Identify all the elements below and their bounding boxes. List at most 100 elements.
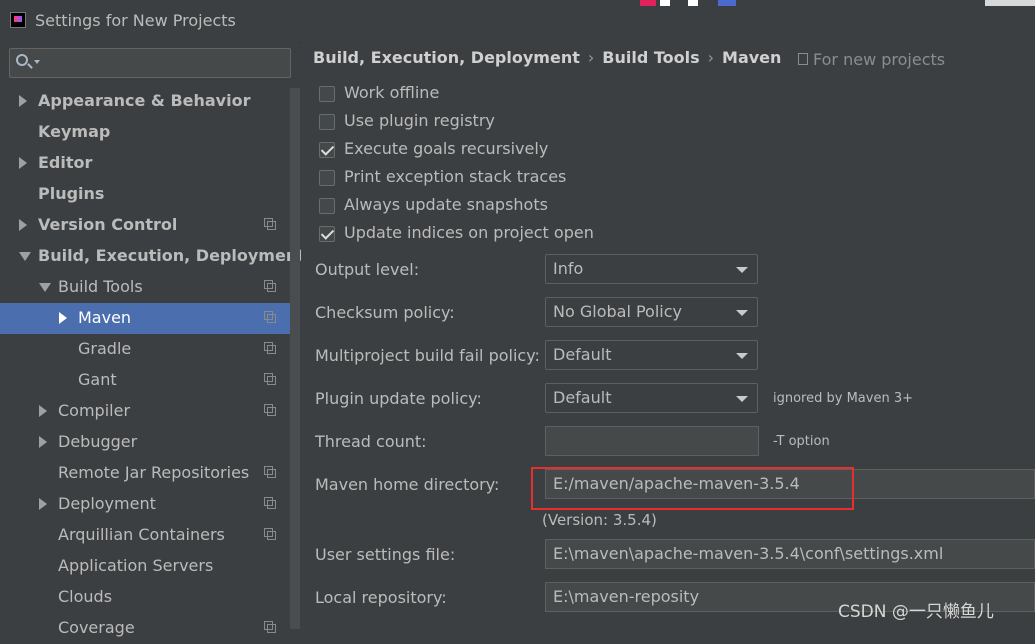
sidebar-item-build-tools[interactable]: Build Tools [0, 272, 290, 303]
thread-count-note: -T option [773, 434, 830, 449]
sidebar-item-label: Application Servers [58, 556, 214, 575]
checksum-policy-dropdown[interactable]: No Global Policy [545, 297, 758, 327]
sidebar-item-compiler[interactable]: Compiler [0, 396, 290, 427]
expand-right-icon[interactable] [39, 436, 47, 448]
window-title: Settings for New Projects [35, 11, 236, 30]
title-bar: Settings for New Projects [0, 0, 1035, 43]
plugin-update-policy-dropdown[interactable]: Default [545, 383, 758, 413]
expand-right-icon[interactable] [59, 312, 67, 324]
project-scope-icon [264, 311, 276, 323]
sidebar-item-label: Build, Execution, Deployment [38, 246, 305, 265]
chevron-down-icon [34, 60, 40, 64]
scope-label: For new projects [813, 50, 946, 69]
sidebar-item-label: Remote Jar Repositories [58, 463, 250, 482]
sidebar-item-clouds[interactable]: Clouds [0, 582, 290, 613]
dropdown-value: No Global Policy [553, 302, 682, 321]
sidebar-item-label: Version Control [38, 215, 178, 234]
output-level-dropdown[interactable]: Info [545, 254, 758, 284]
sidebar-item-maven[interactable]: Maven [0, 303, 290, 334]
checkbox-label[interactable]: Always update snapshots [344, 195, 548, 214]
breadcrumb-item: Maven [722, 48, 782, 67]
sidebar-item-editor[interactable]: Editor [0, 148, 290, 179]
sidebar-item-label: Coverage [58, 618, 135, 637]
scope-indicator: For new projects [798, 50, 945, 69]
project-scope-icon [264, 497, 276, 509]
user-settings-label: User settings file: [315, 545, 456, 564]
sidebar-item-arquillian-containers[interactable]: Arquillian Containers [0, 520, 290, 551]
expand-right-icon[interactable] [19, 157, 27, 169]
sidebar-item-label: Gant [78, 370, 117, 389]
background-window-strip [660, 0, 670, 6]
project-scope-icon [264, 404, 276, 416]
sidebar-item-appearance-behavior[interactable]: Appearance & Behavior [0, 86, 290, 117]
checkbox-label[interactable]: Use plugin registry [344, 111, 495, 130]
project-scope-icon [264, 218, 276, 230]
sidebar-item-label: Gradle [78, 339, 132, 358]
checkbox[interactable] [319, 142, 335, 158]
output-level-label: Output level: [315, 260, 420, 279]
dropdown-value: Default [553, 345, 612, 364]
expand-right-icon[interactable] [39, 405, 47, 417]
dropdown-value: Default [553, 388, 612, 407]
sidebar-item-plugins[interactable]: Plugins [0, 179, 290, 210]
watermark: CSDN @一只懒鱼儿 [838, 602, 994, 622]
sidebar-item-deployment[interactable]: Deployment [0, 489, 290, 520]
sidebar-item-label: Build Tools [58, 277, 143, 296]
search-field[interactable] [9, 48, 291, 78]
background-window-strip [985, 0, 1035, 6]
checkbox[interactable] [319, 226, 335, 242]
checkbox-label[interactable]: Update indices on project open [344, 223, 594, 242]
sidebar-item-build-execution-deployment[interactable]: Build, Execution, Deployment [0, 241, 305, 272]
expand-right-icon[interactable] [19, 95, 27, 107]
breadcrumb-item: Build Tools [602, 48, 700, 67]
project-scope-icon [264, 466, 276, 478]
sidebar-item-label: Deployment [58, 494, 156, 513]
input-value: E:\maven\apache-maven-3.5.4\conf\setting… [553, 544, 944, 563]
sidebar-item-label: Arquillian Containers [58, 525, 225, 544]
sidebar-item-debugger[interactable]: Debugger [0, 427, 290, 458]
checkbox[interactable] [319, 86, 335, 102]
multiproject-policy-dropdown[interactable]: Default [545, 340, 758, 370]
sidebar-scrollbar[interactable] [290, 88, 300, 629]
breadcrumb-separator: › [707, 48, 715, 67]
checkbox-label[interactable]: Execute goals recursively [344, 139, 548, 158]
sidebar-item-label: Editor [38, 153, 93, 172]
dropdown-value: Info [553, 259, 584, 278]
expand-down-icon[interactable] [19, 252, 31, 261]
breadcrumb-item: Build, Execution, Deployment [313, 48, 580, 67]
background-window-strip [718, 0, 736, 6]
plugin-update-note: ignored by Maven 3+ [773, 391, 913, 406]
expand-right-icon[interactable] [39, 498, 47, 510]
expand-right-icon[interactable] [19, 219, 27, 231]
expand-down-icon[interactable] [39, 283, 51, 292]
sidebar-item-gradle[interactable]: Gradle [0, 334, 290, 365]
sidebar-item-application-servers[interactable]: Application Servers [0, 551, 290, 582]
sidebar-item-gant[interactable]: Gant [0, 365, 290, 396]
thread-count-label: Thread count: [315, 432, 427, 451]
sidebar-item-label: Compiler [58, 401, 131, 420]
sidebar-item-keymap[interactable]: Keymap [0, 117, 290, 148]
copy-icon [798, 53, 808, 65]
search-icon [16, 54, 28, 66]
sidebar-item-version-control[interactable]: Version Control [0, 210, 290, 241]
user-settings-input[interactable]: E:\maven\apache-maven-3.5.4\conf\setting… [545, 539, 1035, 569]
chevron-down-icon [736, 267, 748, 273]
checkbox[interactable] [319, 198, 335, 214]
project-scope-icon [264, 528, 276, 540]
sidebar-item-label: Keymap [38, 122, 111, 141]
sidebar-item-remote-jar-repositories[interactable]: Remote Jar Repositories [0, 458, 290, 489]
thread-count-input[interactable] [545, 426, 759, 456]
intellij-app-icon [10, 12, 26, 28]
checkbox[interactable] [319, 170, 335, 186]
sidebar-item-label: Plugins [38, 184, 105, 203]
breadcrumb-separator: › [587, 48, 595, 67]
sidebar-item-label: Clouds [58, 587, 113, 606]
checkbox-label[interactable]: Work offline [344, 83, 439, 102]
chevron-down-icon [736, 310, 748, 316]
chevron-down-icon [736, 396, 748, 402]
checkbox[interactable] [319, 114, 335, 130]
breadcrumb: Build, Execution, Deployment › Build Tools… [313, 48, 781, 67]
maven-home-label: Maven home directory: [315, 475, 500, 494]
checkbox-label[interactable]: Print exception stack traces [344, 167, 566, 186]
chevron-down-icon [736, 353, 748, 359]
